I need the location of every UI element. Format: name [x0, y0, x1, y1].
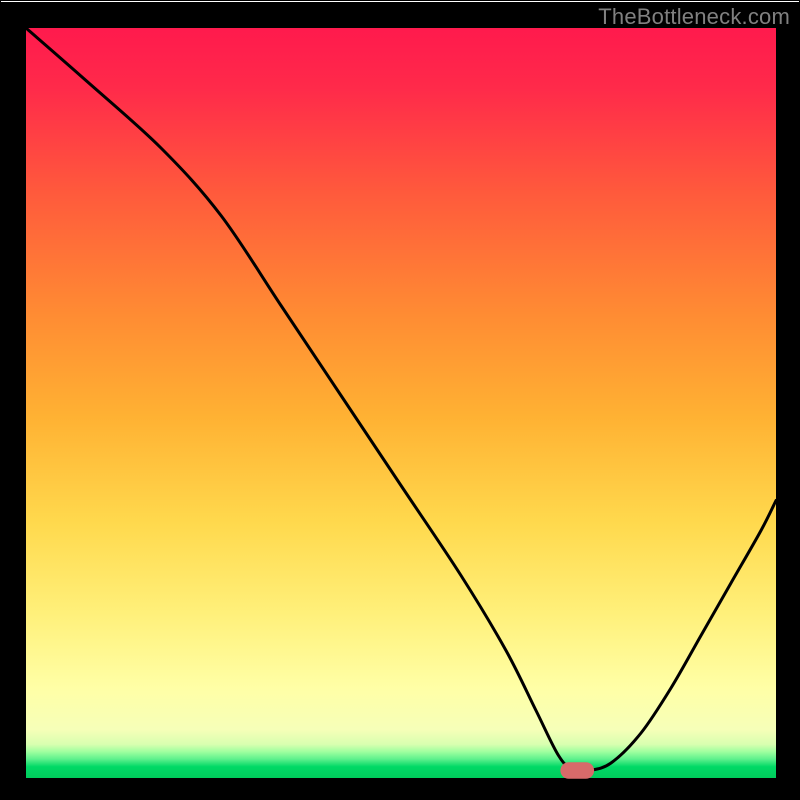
bottleneck-chart [0, 0, 800, 800]
chart-container: TheBottleneck.com [0, 0, 800, 800]
plot-background [26, 28, 776, 778]
optimal-marker [560, 762, 594, 779]
watermark-text: TheBottleneck.com [598, 4, 790, 30]
